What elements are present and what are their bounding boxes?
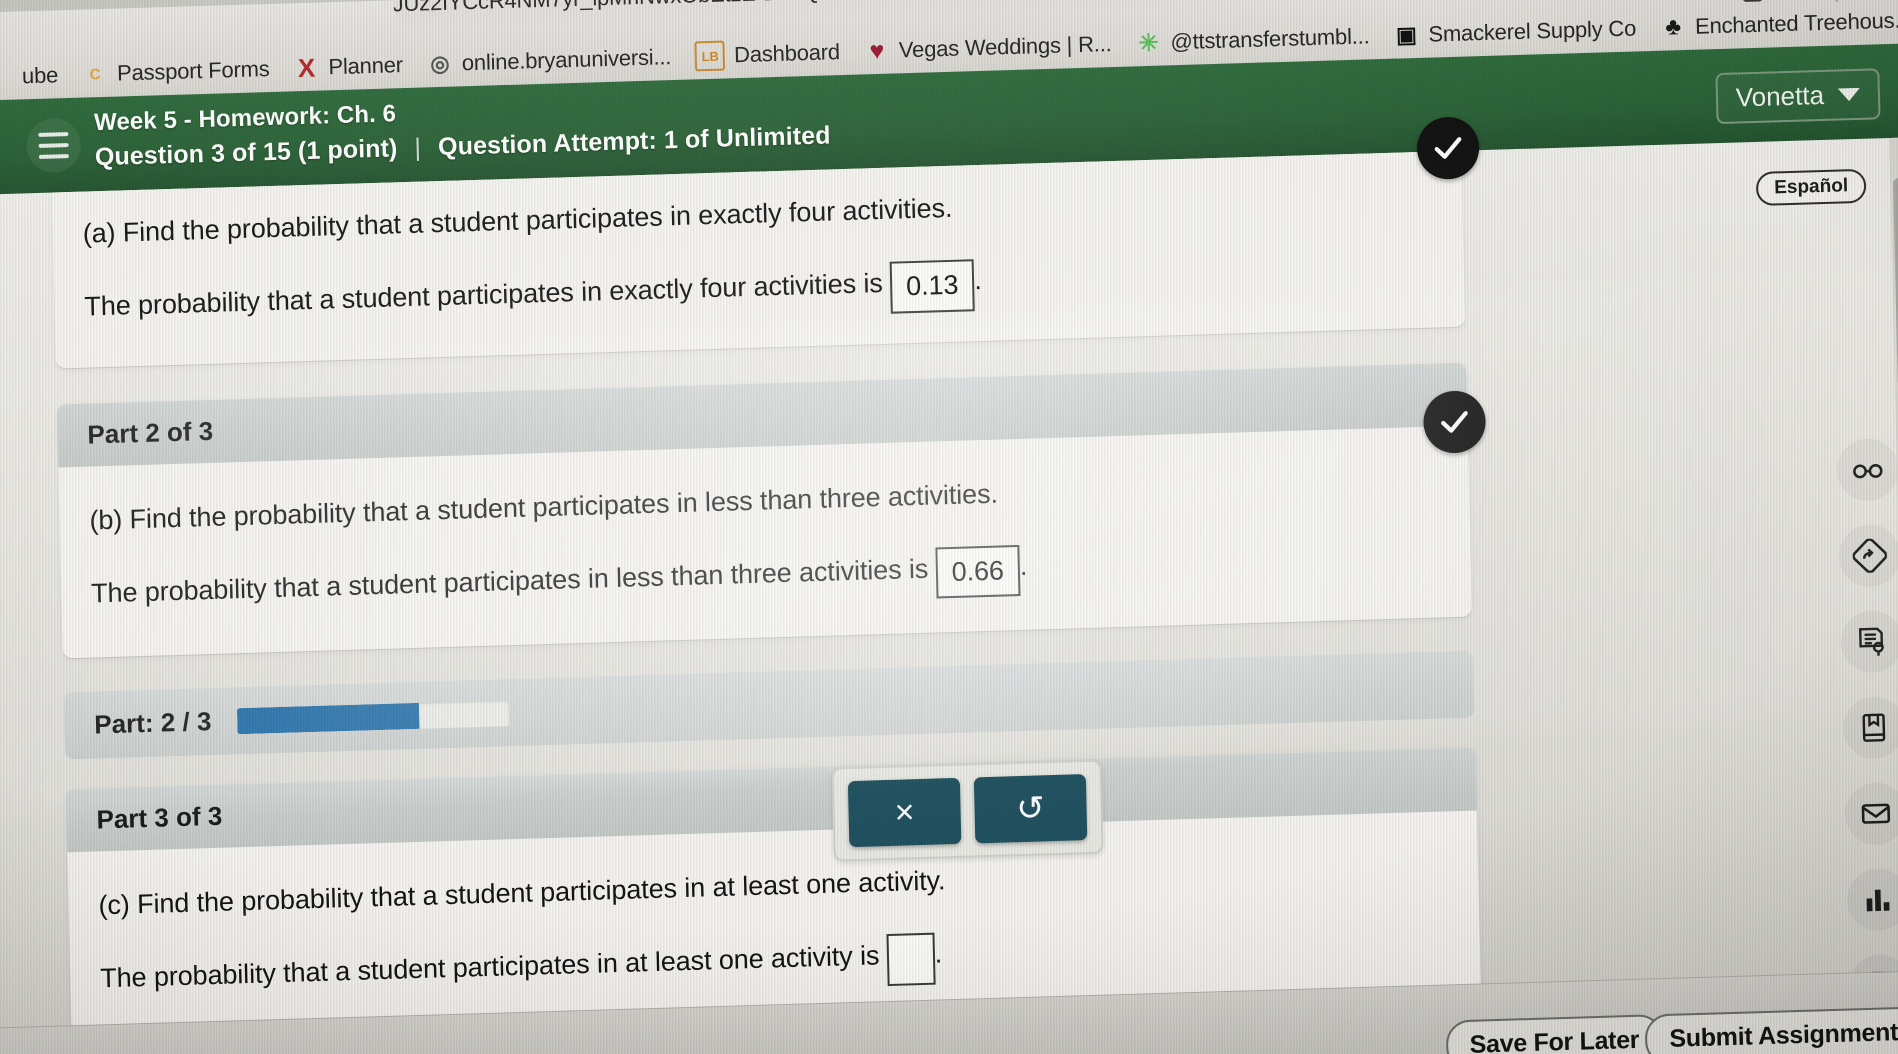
bookmark-item-smackerel-supply-co[interactable]: ▣ Smackerel Supply Co — [1381, 11, 1648, 53]
progress-text: Part: — [93, 708, 154, 740]
dashboard-favicon: LB — [694, 40, 726, 72]
tumblr-favicon: ✳ — [1138, 29, 1159, 57]
bookmark-item-enchanted-treehouse[interactable]: ♣ Enchanted Treehous... — [1648, 3, 1898, 45]
undo-button[interactable]: ↺ — [973, 774, 1088, 844]
part-a-prompt: (a) Find the probability that a student … — [82, 192, 953, 249]
question-number-label: Question 3 of 15 (1 point) — [94, 134, 398, 172]
bookmark-item-bryanuniversity[interactable]: ◎ online.bryanuniversi... — [414, 40, 683, 82]
book-icon[interactable] — [1842, 695, 1898, 760]
user-menu-button[interactable]: Vonetta — [1715, 68, 1881, 125]
part-b-answer-input[interactable]: 0.66 — [935, 544, 1021, 599]
bookmark-label: Smackerel Supply Co — [1428, 15, 1637, 47]
part-2-body: (b) Find the probability that a student … — [58, 425, 1472, 658]
submit-assignment-button[interactable]: Submit Assignment — [1644, 1006, 1898, 1054]
enchanted-treehouse-favicon: ♣ — [1664, 13, 1682, 41]
language-toggle-button[interactable]: Español — [1755, 168, 1867, 206]
bookmark-label: Dashboard — [733, 39, 841, 68]
answer-action-toolbar: × ↺ — [831, 759, 1104, 862]
question-content: (a) Find the probability that a student … — [51, 116, 1487, 1054]
bookmark-label: ube — [21, 62, 59, 89]
part-b-correct-badge — [1422, 389, 1487, 454]
part-a-answer-row: The probability that a student participa… — [84, 245, 1435, 337]
chevron-down-icon — [1837, 87, 1861, 102]
clear-answer-button[interactable]: × — [847, 777, 962, 848]
header-separator: | — [414, 133, 422, 162]
progress-current: 2 — [160, 707, 176, 738]
progress-label: Part: 2 / 3 — [94, 706, 212, 740]
bookmark-item-vegas-weddings[interactable]: ♥ Vegas Weddings | R... — [852, 27, 1124, 69]
part-progress-bar: Part: 2 / 3 — [63, 650, 1475, 760]
part-a-answer-sentence: The probability that a student participa… — [84, 267, 884, 322]
part-b-prompt: (b) Find the probability that a student … — [89, 478, 999, 536]
glasses-icon[interactable] — [1836, 437, 1898, 502]
progress-total: 3 — [196, 706, 212, 737]
bookmark-item-planner[interactable]: X Planner — [281, 48, 415, 86]
envelope-icon[interactable] — [1844, 781, 1898, 846]
smackerel-favicon: ▣ — [1395, 21, 1418, 48]
bookmark-item-ube[interactable]: ube — [0, 58, 70, 95]
part-a-answer-period: . — [973, 264, 982, 296]
part-a-correct-badge — [1416, 116, 1480, 181]
bookmark-label: online.bryanuniversi... — [461, 44, 672, 76]
check-icon — [1441, 410, 1468, 433]
vegas-weddings-favicon: ♥ — [869, 36, 885, 65]
save-for-later-button[interactable]: Save For Later — [1445, 1014, 1664, 1054]
part-b-answer-row: The probability that a student participa… — [91, 532, 1442, 624]
part-a-answer-input[interactable]: 0.13 — [889, 259, 975, 314]
hamburger-menu-icon[interactable] — [26, 117, 82, 174]
bookmark-item-passport-forms[interactable]: C Passport Forms — [70, 52, 282, 92]
progress-divider: / — [182, 707, 191, 738]
part-c-answer-input[interactable] — [886, 932, 936, 987]
bryan-university-favicon: ◎ — [430, 50, 450, 77]
part-c-answer-period: . — [934, 938, 943, 969]
tool-rail — [1826, 437, 1898, 1018]
check-icon — [1434, 137, 1462, 159]
bookmark-item-dashboard[interactable]: LB Dashboard — [683, 33, 853, 76]
question-page: Español (a) Find the probability that a … — [0, 116, 1898, 1054]
note-pin-icon[interactable] — [1840, 609, 1898, 674]
bookmark-label: Planner — [328, 52, 404, 80]
progress-track — [237, 700, 510, 735]
bookmark-label: Passport Forms — [116, 56, 270, 86]
bookmark-label: Enchanted Treehous... — [1694, 7, 1898, 39]
part-2-card: Part 2 of 3 (b) Find the probability tha… — [56, 362, 1487, 659]
bookmark-label: @ttstransferstumbl... — [1170, 23, 1370, 55]
question-attempt-label: Question Attempt: 1 of Unlimited — [437, 121, 831, 162]
part-c-prompt: (c) Find the probability that a student … — [98, 865, 946, 921]
assignment-title: Week 5 - Homework: Ch. 6 — [93, 100, 397, 137]
part-c-answer-sentence: The probability that a student participa… — [99, 940, 880, 994]
passport-forms-favicon: C — [89, 65, 101, 83]
scrollbar-thumb[interactable] — [1892, 177, 1898, 388]
youtube-favicon — [0, 64, 13, 91]
bookmark-label: Vegas Weddings | R... — [898, 31, 1112, 63]
planner-favicon: X — [297, 52, 316, 83]
photographed-screen: g..bikr-7jor-5jH-IBICHhIGJUz2IYCcR4NM7yr… — [0, 0, 1898, 1054]
arrow-sign-icon[interactable] — [1838, 523, 1898, 588]
progress-fill — [237, 702, 420, 735]
bookmark-item-ttstransferstumbl[interactable]: ✳ @ttstransferstumbl... — [1123, 19, 1382, 61]
bar-chart-icon[interactable] — [1846, 867, 1898, 932]
part-b-answer-period: . — [1019, 550, 1028, 581]
part-b-answer-sentence: The probability that a student participa… — [90, 553, 929, 609]
user-name-label: Vonetta — [1735, 79, 1825, 113]
